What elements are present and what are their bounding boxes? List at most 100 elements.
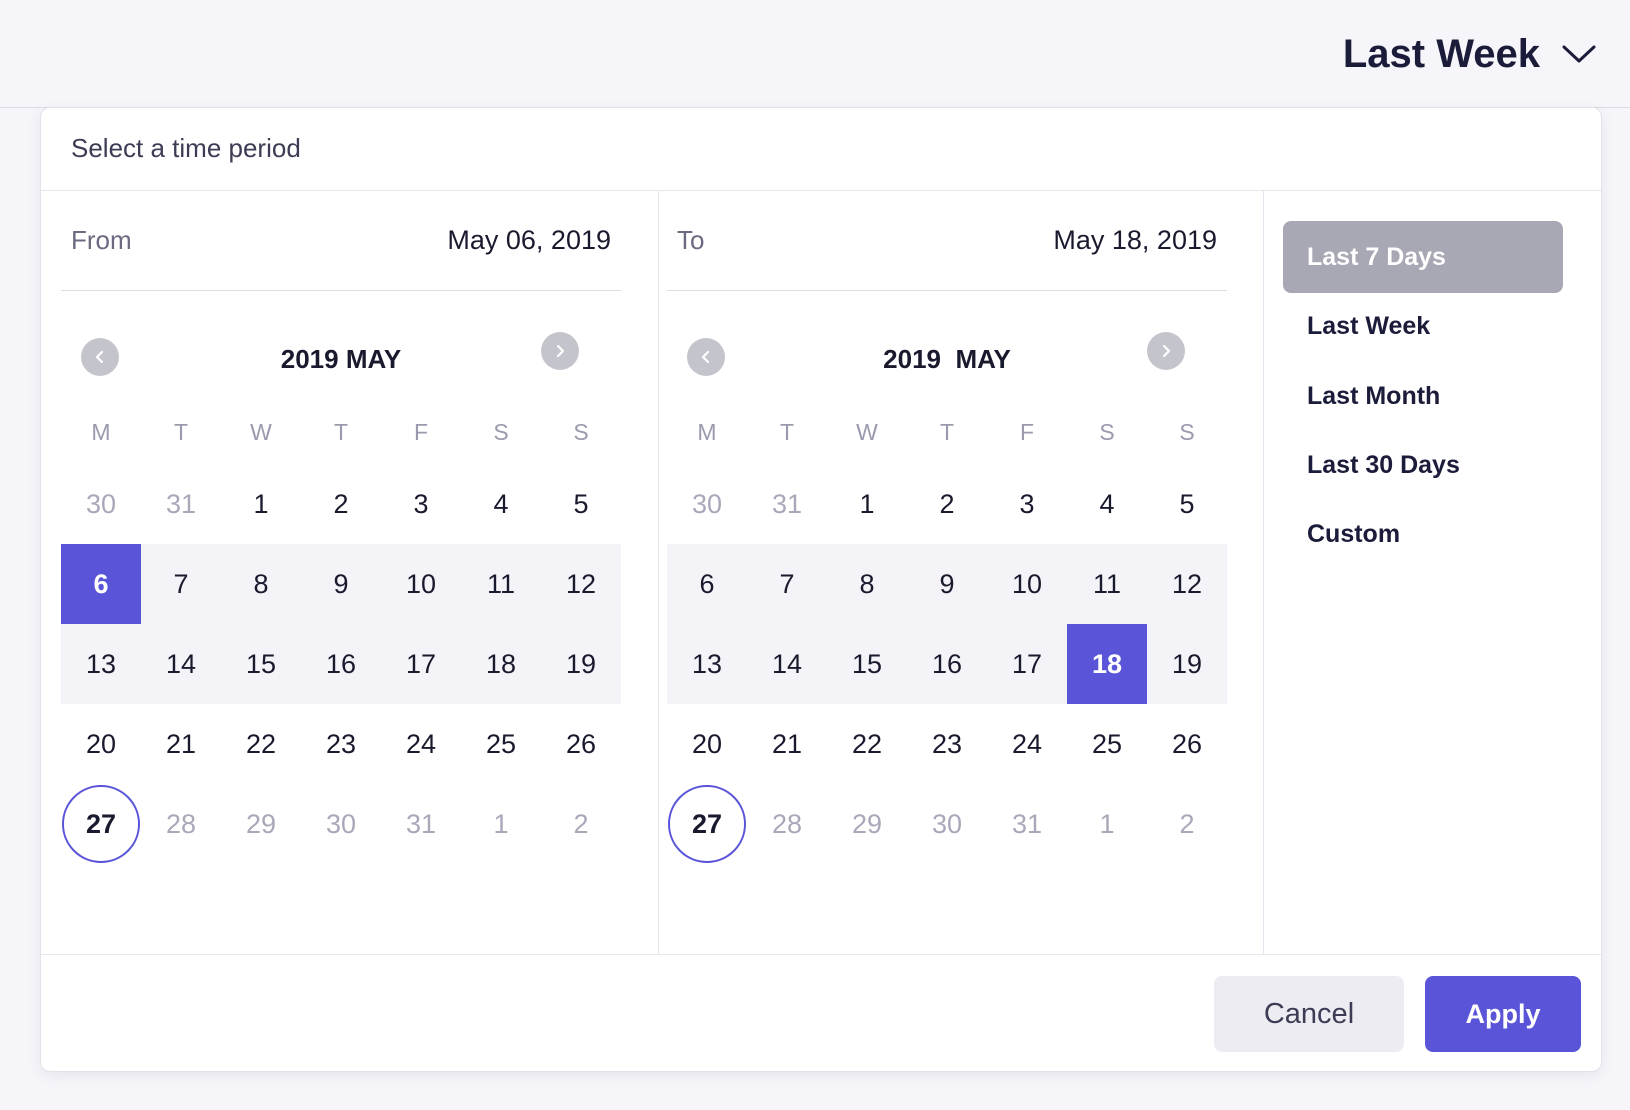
week-row: 20 21 22 23 24 25 26 [61, 704, 621, 784]
day-cell[interactable]: 23 [907, 704, 987, 784]
day-cell[interactable]: 29 [827, 784, 907, 864]
day-number: 8 [253, 568, 269, 599]
day-number: 21 [165, 728, 197, 759]
day-number: 5 [1179, 488, 1195, 519]
day-cell[interactable]: 30 [61, 464, 141, 544]
to-next-month-button[interactable] [1147, 332, 1185, 370]
day-cell[interactable]: 26 [1147, 704, 1227, 784]
day-cell[interactable]: 5 [1147, 464, 1227, 544]
day-cell[interactable]: 20 [61, 704, 141, 784]
day-cell[interactable]: 19 [1147, 624, 1227, 704]
day-number: 6 [93, 568, 109, 599]
day-cell[interactable]: 3 [381, 464, 461, 544]
day-cell[interactable]: 17 [381, 624, 461, 704]
day-cell[interactable]: 9 [907, 544, 987, 624]
day-cell[interactable]: 18 [461, 624, 541, 704]
day-cell[interactable]: 9 [301, 544, 381, 624]
day-cell[interactable]: 25 [461, 704, 541, 784]
to-month-nav: 2019 MAY [667, 330, 1227, 390]
from-header: From May 06, 2019 [61, 190, 621, 291]
day-cell[interactable]: 8 [221, 544, 301, 624]
preset-last-7-days[interactable]: Last 7 Days [1283, 221, 1563, 293]
day-cell-today[interactable]: 27 [61, 784, 141, 864]
day-cell[interactable]: 1 [221, 464, 301, 544]
day-cell[interactable]: 30 [301, 784, 381, 864]
day-cell[interactable]: 30 [907, 784, 987, 864]
day-cell[interactable]: 1 [1067, 784, 1147, 864]
day-cell[interactable]: 24 [381, 704, 461, 784]
day-cell[interactable]: 11 [1067, 544, 1147, 624]
day-cell[interactable]: 12 [541, 544, 621, 624]
day-cell[interactable]: 22 [221, 704, 301, 784]
from-next-month-button[interactable] [541, 332, 579, 370]
day-cell-selected[interactable]: 18 [1067, 624, 1147, 704]
day-cell[interactable]: 25 [1067, 704, 1147, 784]
cancel-button[interactable]: Cancel [1214, 976, 1404, 1052]
day-cell[interactable]: 16 [301, 624, 381, 704]
day-cell[interactable]: 3 [987, 464, 1067, 544]
day-cell[interactable]: 12 [1147, 544, 1227, 624]
day-cell[interactable]: 23 [301, 704, 381, 784]
day-cell[interactable]: 2 [541, 784, 621, 864]
day-cell[interactable]: 22 [827, 704, 907, 784]
day-cell[interactable]: 7 [747, 544, 827, 624]
day-cell-selected[interactable]: 6 [61, 544, 141, 624]
day-cell[interactable]: 2 [907, 464, 987, 544]
day-cell[interactable]: 13 [61, 624, 141, 704]
day-cell[interactable]: 1 [827, 464, 907, 544]
day-cell[interactable]: 26 [541, 704, 621, 784]
day-cell[interactable]: 24 [987, 704, 1067, 784]
day-cell[interactable]: 4 [461, 464, 541, 544]
day-cell[interactable]: 13 [667, 624, 747, 704]
day-cell[interactable]: 11 [461, 544, 541, 624]
day-number: 28 [771, 808, 803, 839]
day-cell[interactable]: 31 [747, 464, 827, 544]
day-cell[interactable]: 31 [987, 784, 1067, 864]
day-cell-today[interactable]: 27 [667, 784, 747, 864]
day-cell[interactable]: 20 [667, 704, 747, 784]
day-cell[interactable]: 21 [747, 704, 827, 784]
day-cell[interactable]: 6 [667, 544, 747, 624]
week-row: 30 31 1 2 3 4 5 [667, 464, 1227, 544]
day-cell[interactable]: 8 [827, 544, 907, 624]
day-cell[interactable]: 14 [141, 624, 221, 704]
day-number: 2 [939, 488, 955, 519]
day-cell[interactable]: 29 [221, 784, 301, 864]
day-cell[interactable]: 17 [987, 624, 1067, 704]
day-cell[interactable]: 31 [381, 784, 461, 864]
from-month-nav: 2019 MAY [61, 330, 621, 390]
day-cell[interactable]: 7 [141, 544, 221, 624]
day-cell[interactable]: 28 [747, 784, 827, 864]
day-number: 12 [1171, 568, 1203, 599]
weekday-label: T [939, 419, 955, 445]
day-cell[interactable]: 21 [141, 704, 221, 784]
day-cell[interactable]: 15 [827, 624, 907, 704]
day-number: 17 [1011, 648, 1043, 679]
day-cell[interactable]: 2 [301, 464, 381, 544]
day-cell[interactable]: 30 [667, 464, 747, 544]
from-month-title: 2019 MAY [280, 344, 402, 374]
day-cell[interactable]: 1 [461, 784, 541, 864]
day-cell[interactable]: 16 [907, 624, 987, 704]
day-cell[interactable]: 14 [747, 624, 827, 704]
preset-last-30-days[interactable]: Last 30 Days [1283, 429, 1563, 501]
week-row: 20 21 22 23 24 25 26 [667, 704, 1227, 784]
day-cell[interactable]: 10 [987, 544, 1067, 624]
preset-custom[interactable]: Custom [1283, 498, 1563, 570]
day-cell[interactable]: 28 [141, 784, 221, 864]
preset-last-week[interactable]: Last Week [1283, 290, 1563, 362]
period-dropdown[interactable]: Last Week [1343, 28, 1596, 80]
day-cell[interactable]: 4 [1067, 464, 1147, 544]
day-number: 31 [165, 488, 197, 519]
day-number: 25 [485, 728, 517, 759]
day-cell[interactable]: 2 [1147, 784, 1227, 864]
panel-header: Select a time period [41, 108, 1601, 191]
day-cell[interactable]: 19 [541, 624, 621, 704]
day-cell[interactable]: 31 [141, 464, 221, 544]
day-cell[interactable]: 5 [541, 464, 621, 544]
day-cell[interactable]: 15 [221, 624, 301, 704]
apply-button[interactable]: Apply [1425, 976, 1581, 1052]
preset-last-month[interactable]: Last Month [1283, 360, 1563, 432]
day-cell[interactable]: 10 [381, 544, 461, 624]
week-row: 6 7 8 9 10 11 12 [61, 544, 621, 624]
